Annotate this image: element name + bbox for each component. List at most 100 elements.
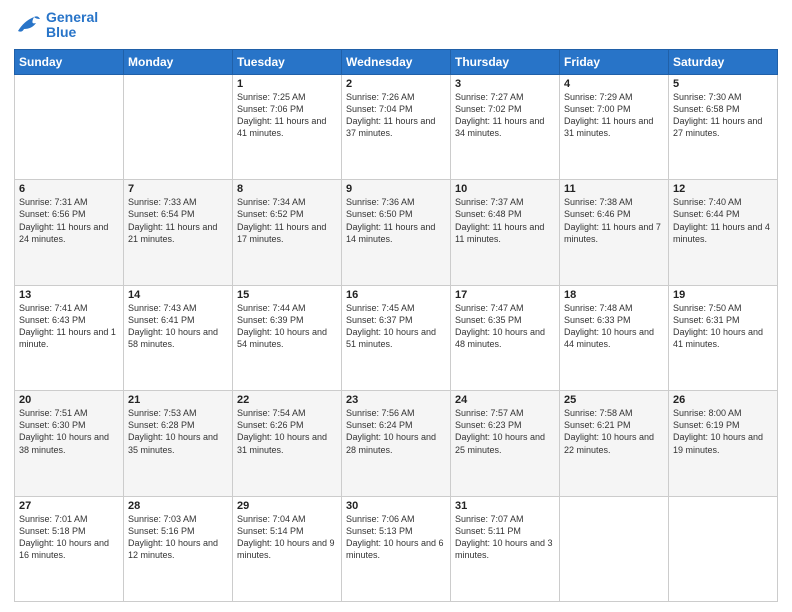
- day-info: Sunrise: 7:27 AM Sunset: 7:02 PM Dayligh…: [455, 91, 555, 140]
- calendar-cell: 30Sunrise: 7:06 AM Sunset: 5:13 PM Dayli…: [342, 496, 451, 601]
- calendar-cell: 18Sunrise: 7:48 AM Sunset: 6:33 PM Dayli…: [560, 285, 669, 390]
- calendar-cell: 29Sunrise: 7:04 AM Sunset: 5:14 PM Dayli…: [233, 496, 342, 601]
- day-number: 24: [455, 394, 555, 406]
- day-number: 4: [564, 78, 664, 90]
- day-number: 16: [346, 289, 446, 301]
- calendar-cell: 26Sunrise: 8:00 AM Sunset: 6:19 PM Dayli…: [669, 391, 778, 496]
- day-info: Sunrise: 7:34 AM Sunset: 6:52 PM Dayligh…: [237, 196, 337, 245]
- day-number: 31: [455, 500, 555, 512]
- day-number: 3: [455, 78, 555, 90]
- calendar-cell: 27Sunrise: 7:01 AM Sunset: 5:18 PM Dayli…: [15, 496, 124, 601]
- day-number: 13: [19, 289, 119, 301]
- logo: General Blue: [14, 10, 98, 41]
- day-number: 21: [128, 394, 228, 406]
- day-number: 22: [237, 394, 337, 406]
- day-number: 26: [673, 394, 773, 406]
- day-header-monday: Monday: [124, 49, 233, 74]
- calendar-cell: 5Sunrise: 7:30 AM Sunset: 6:58 PM Daylig…: [669, 74, 778, 179]
- day-info: Sunrise: 7:50 AM Sunset: 6:31 PM Dayligh…: [673, 302, 773, 351]
- day-info: Sunrise: 7:26 AM Sunset: 7:04 PM Dayligh…: [346, 91, 446, 140]
- calendar-week-4: 20Sunrise: 7:51 AM Sunset: 6:30 PM Dayli…: [15, 391, 778, 496]
- calendar: SundayMondayTuesdayWednesdayThursdayFrid…: [14, 49, 778, 602]
- calendar-cell: 12Sunrise: 7:40 AM Sunset: 6:44 PM Dayli…: [669, 180, 778, 285]
- day-number: 9: [346, 183, 446, 195]
- day-number: 30: [346, 500, 446, 512]
- calendar-cell: 14Sunrise: 7:43 AM Sunset: 6:41 PM Dayli…: [124, 285, 233, 390]
- calendar-cell: 31Sunrise: 7:07 AM Sunset: 5:11 PM Dayli…: [451, 496, 560, 601]
- day-number: 25: [564, 394, 664, 406]
- day-number: 20: [19, 394, 119, 406]
- day-info: Sunrise: 7:48 AM Sunset: 6:33 PM Dayligh…: [564, 302, 664, 351]
- day-info: Sunrise: 7:58 AM Sunset: 6:21 PM Dayligh…: [564, 407, 664, 456]
- day-info: Sunrise: 7:29 AM Sunset: 7:00 PM Dayligh…: [564, 91, 664, 140]
- day-info: Sunrise: 7:38 AM Sunset: 6:46 PM Dayligh…: [564, 196, 664, 245]
- day-info: Sunrise: 7:51 AM Sunset: 6:30 PM Dayligh…: [19, 407, 119, 456]
- day-info: Sunrise: 7:43 AM Sunset: 6:41 PM Dayligh…: [128, 302, 228, 351]
- day-header-saturday: Saturday: [669, 49, 778, 74]
- calendar-week-2: 6Sunrise: 7:31 AM Sunset: 6:56 PM Daylig…: [15, 180, 778, 285]
- calendar-cell: 6Sunrise: 7:31 AM Sunset: 6:56 PM Daylig…: [15, 180, 124, 285]
- calendar-cell: 21Sunrise: 7:53 AM Sunset: 6:28 PM Dayli…: [124, 391, 233, 496]
- day-number: 17: [455, 289, 555, 301]
- day-number: 7: [128, 183, 228, 195]
- calendar-cell: 13Sunrise: 7:41 AM Sunset: 6:43 PM Dayli…: [15, 285, 124, 390]
- logo-text: General Blue: [46, 10, 98, 41]
- calendar-cell: 22Sunrise: 7:54 AM Sunset: 6:26 PM Dayli…: [233, 391, 342, 496]
- calendar-cell: 10Sunrise: 7:37 AM Sunset: 6:48 PM Dayli…: [451, 180, 560, 285]
- day-info: Sunrise: 7:30 AM Sunset: 6:58 PM Dayligh…: [673, 91, 773, 140]
- day-number: 27: [19, 500, 119, 512]
- day-info: Sunrise: 7:53 AM Sunset: 6:28 PM Dayligh…: [128, 407, 228, 456]
- day-info: Sunrise: 7:07 AM Sunset: 5:11 PM Dayligh…: [455, 513, 555, 562]
- day-number: 12: [673, 183, 773, 195]
- header: General Blue: [14, 10, 778, 41]
- day-info: Sunrise: 7:06 AM Sunset: 5:13 PM Dayligh…: [346, 513, 446, 562]
- day-number: 19: [673, 289, 773, 301]
- day-number: 28: [128, 500, 228, 512]
- calendar-cell: 23Sunrise: 7:56 AM Sunset: 6:24 PM Dayli…: [342, 391, 451, 496]
- calendar-week-1: 1Sunrise: 7:25 AM Sunset: 7:06 PM Daylig…: [15, 74, 778, 179]
- calendar-cell: 1Sunrise: 7:25 AM Sunset: 7:06 PM Daylig…: [233, 74, 342, 179]
- calendar-cell: 16Sunrise: 7:45 AM Sunset: 6:37 PM Dayli…: [342, 285, 451, 390]
- day-number: 15: [237, 289, 337, 301]
- day-info: Sunrise: 7:56 AM Sunset: 6:24 PM Dayligh…: [346, 407, 446, 456]
- day-number: 29: [237, 500, 337, 512]
- calendar-week-3: 13Sunrise: 7:41 AM Sunset: 6:43 PM Dayli…: [15, 285, 778, 390]
- calendar-cell: 4Sunrise: 7:29 AM Sunset: 7:00 PM Daylig…: [560, 74, 669, 179]
- calendar-cell: 25Sunrise: 7:58 AM Sunset: 6:21 PM Dayli…: [560, 391, 669, 496]
- day-number: 11: [564, 183, 664, 195]
- calendar-cell: 20Sunrise: 7:51 AM Sunset: 6:30 PM Dayli…: [15, 391, 124, 496]
- calendar-cell: 9Sunrise: 7:36 AM Sunset: 6:50 PM Daylig…: [342, 180, 451, 285]
- day-info: Sunrise: 7:03 AM Sunset: 5:16 PM Dayligh…: [128, 513, 228, 562]
- calendar-cell: 7Sunrise: 7:33 AM Sunset: 6:54 PM Daylig…: [124, 180, 233, 285]
- day-number: 8: [237, 183, 337, 195]
- day-number: 10: [455, 183, 555, 195]
- calendar-cell: 3Sunrise: 7:27 AM Sunset: 7:02 PM Daylig…: [451, 74, 560, 179]
- day-info: Sunrise: 7:57 AM Sunset: 6:23 PM Dayligh…: [455, 407, 555, 456]
- day-info: Sunrise: 7:31 AM Sunset: 6:56 PM Dayligh…: [19, 196, 119, 245]
- day-info: Sunrise: 7:37 AM Sunset: 6:48 PM Dayligh…: [455, 196, 555, 245]
- calendar-cell: 19Sunrise: 7:50 AM Sunset: 6:31 PM Dayli…: [669, 285, 778, 390]
- calendar-cell: 28Sunrise: 7:03 AM Sunset: 5:16 PM Dayli…: [124, 496, 233, 601]
- calendar-cell: [669, 496, 778, 601]
- day-info: Sunrise: 7:47 AM Sunset: 6:35 PM Dayligh…: [455, 302, 555, 351]
- day-number: 6: [19, 183, 119, 195]
- day-number: 5: [673, 78, 773, 90]
- day-number: 2: [346, 78, 446, 90]
- day-header-tuesday: Tuesday: [233, 49, 342, 74]
- day-number: 1: [237, 78, 337, 90]
- day-info: Sunrise: 7:01 AM Sunset: 5:18 PM Dayligh…: [19, 513, 119, 562]
- day-header-sunday: Sunday: [15, 49, 124, 74]
- day-header-wednesday: Wednesday: [342, 49, 451, 74]
- logo-icon: [14, 13, 42, 37]
- calendar-cell: [124, 74, 233, 179]
- day-number: 18: [564, 289, 664, 301]
- day-info: Sunrise: 7:45 AM Sunset: 6:37 PM Dayligh…: [346, 302, 446, 351]
- day-info: Sunrise: 7:04 AM Sunset: 5:14 PM Dayligh…: [237, 513, 337, 562]
- calendar-week-5: 27Sunrise: 7:01 AM Sunset: 5:18 PM Dayli…: [15, 496, 778, 601]
- day-number: 23: [346, 394, 446, 406]
- day-info: Sunrise: 7:44 AM Sunset: 6:39 PM Dayligh…: [237, 302, 337, 351]
- calendar-cell: 11Sunrise: 7:38 AM Sunset: 6:46 PM Dayli…: [560, 180, 669, 285]
- day-info: Sunrise: 7:40 AM Sunset: 6:44 PM Dayligh…: [673, 196, 773, 245]
- day-info: Sunrise: 7:36 AM Sunset: 6:50 PM Dayligh…: [346, 196, 446, 245]
- calendar-cell: 24Sunrise: 7:57 AM Sunset: 6:23 PM Dayli…: [451, 391, 560, 496]
